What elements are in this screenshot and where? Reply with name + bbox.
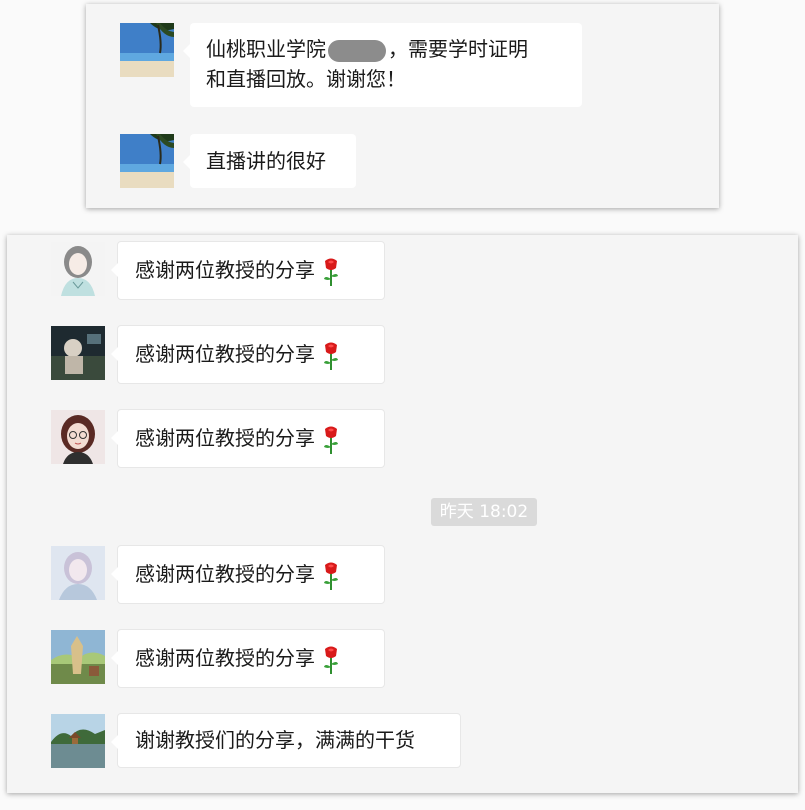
rose-icon (321, 425, 341, 455)
message-bubble[interactable]: 感谢两位教授的分享 (111, 545, 385, 604)
message-bubble[interactable]: 感谢两位教授的分享 (111, 241, 385, 300)
rose-icon (321, 561, 341, 591)
message-text: 感谢两位教授的分享 (135, 342, 315, 366)
message-bubble[interactable]: 感谢两位教授的分享 (111, 325, 385, 384)
message-text: 感谢两位教授的分享 (135, 646, 315, 670)
message-text: 仙桃职业学院 (206, 37, 326, 61)
message-text: 感谢两位教授的分享 (135, 258, 315, 282)
pale-portrait-avatar[interactable] (51, 546, 105, 600)
message-text: 感谢两位教授的分享 (135, 562, 315, 586)
fantasy-landscape-avatar[interactable] (51, 630, 105, 684)
message-text: 直播讲的很好 (206, 149, 326, 173)
lake-pavilion-avatar[interactable] (51, 714, 105, 768)
sketch-girl-avatar[interactable] (51, 242, 105, 296)
message-text: 和直播回放。谢谢您！ (206, 67, 406, 91)
rose-icon (321, 341, 341, 371)
dark-scene-avatar[interactable] (51, 326, 105, 380)
message-text: 谢谢教授们的分享，满满的干货 (135, 728, 415, 752)
redacted-block (328, 39, 386, 62)
timestamp-label: 昨天 18:02 (431, 498, 537, 526)
message-bubble[interactable]: 感谢两位教授的分享 (111, 629, 385, 688)
glasses-girl-avatar[interactable] (51, 410, 105, 464)
message-bubble[interactable]: 感谢两位教授的分享 (111, 409, 385, 468)
message-text: ，需要学时证明 (388, 37, 528, 61)
message-bubble[interactable]: 谢谢教授们的分享，满满的干货 (111, 713, 461, 768)
chat-panel-bottom: 感谢两位教授的分享 感谢两位教授的分享 感谢两位教授的分享 昨天 18:02 感… (7, 235, 798, 793)
message-text: 感谢两位教授的分享 (135, 426, 315, 450)
message-bubble[interactable]: 仙桃职业学院 ，需要学时证明 和直播回放。谢谢您！ (183, 23, 582, 107)
rose-icon (321, 257, 341, 287)
beach-avatar[interactable] (120, 23, 174, 77)
rose-icon (321, 645, 341, 675)
chat-panel-top: 仙桃职业学院 ，需要学时证明 和直播回放。谢谢您！ 直播讲的很好 (86, 4, 719, 208)
beach-avatar[interactable] (120, 134, 174, 188)
message-bubble[interactable]: 直播讲的很好 (183, 134, 356, 188)
